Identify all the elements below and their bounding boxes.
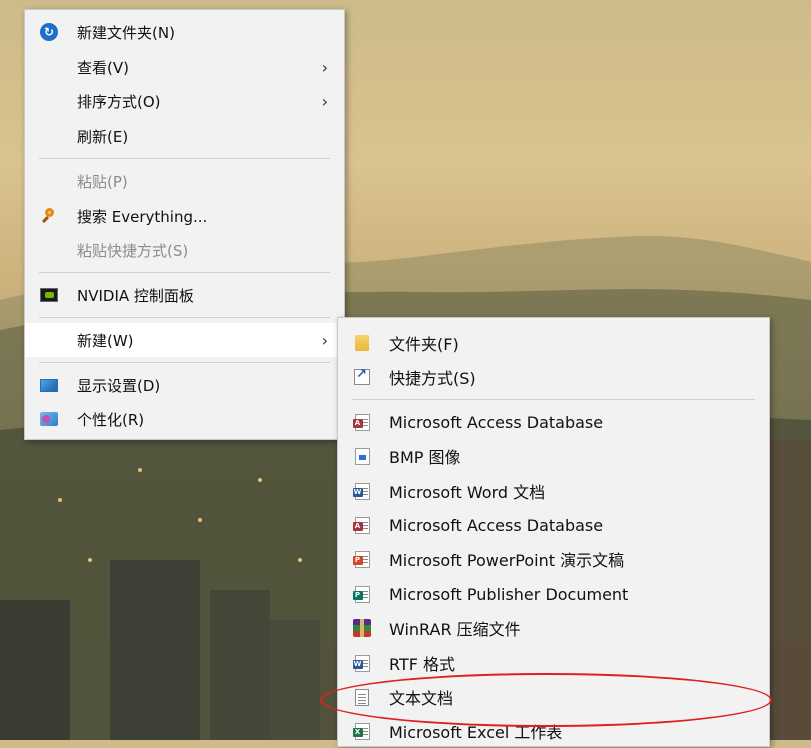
- menu-separator: [352, 399, 755, 400]
- submenu-item-label: 文件夹(F): [389, 335, 459, 354]
- text-document-icon: [353, 688, 371, 706]
- new-folder-icon: ↻: [40, 23, 58, 41]
- menu-item-label: 显示设置(D): [77, 376, 161, 395]
- chevron-right-icon: ›: [321, 91, 328, 111]
- menu-separator: [39, 272, 330, 273]
- folder-icon: [353, 334, 371, 352]
- submenu-item-label: Microsoft PowerPoint 演示文稿: [389, 551, 625, 570]
- new-submenu: 文件夹(F) 快捷方式(S) A Microsoft Access Databa…: [337, 317, 770, 747]
- submenu-item-label: Microsoft Word 文档: [389, 483, 546, 502]
- shortcut-icon: [353, 367, 371, 386]
- submenu-item-label: Microsoft Access Database: [389, 412, 604, 432]
- menu-separator: [39, 362, 330, 363]
- menu-item-paste-shortcut[interactable]: 粘贴快捷方式(S): [25, 233, 344, 267]
- access-icon: A: [352, 413, 371, 431]
- menu-item-label: 刷新(E): [77, 127, 129, 146]
- nvidia-icon: [40, 286, 58, 304]
- submenu-item-label: BMP 图像: [389, 448, 461, 467]
- publisher-icon: P: [352, 585, 371, 603]
- menu-item-label: 搜索 Everything...: [77, 207, 208, 226]
- menu-item-new[interactable]: 新建(W) ›: [25, 323, 344, 357]
- submenu-item-rtf[interactable]: W RTF 格式: [338, 646, 769, 680]
- menu-separator: [39, 317, 330, 318]
- submenu-item-excel-worksheet[interactable]: X Microsoft Excel 工作表: [338, 714, 769, 748]
- menu-separator: [39, 158, 330, 159]
- submenu-item-word-document[interactable]: W Microsoft Word 文档: [338, 474, 769, 508]
- menu-item-search-everything[interactable]: 搜索 Everything...: [25, 199, 344, 233]
- rtf-icon: W: [352, 654, 371, 672]
- menu-item-label: 粘贴(P): [77, 172, 128, 191]
- bmp-icon: [353, 447, 371, 465]
- powerpoint-icon: P: [352, 550, 371, 568]
- menu-item-label: 新建(W): [77, 331, 134, 350]
- personalize-icon: [40, 410, 58, 428]
- menu-item-sort-by[interactable]: 排序方式(O) ›: [25, 84, 344, 118]
- menu-item-label: 新建文件夹(N): [77, 23, 175, 42]
- menu-item-view[interactable]: 查看(V) ›: [25, 50, 344, 84]
- submenu-item-label: Microsoft Access Database: [389, 515, 604, 535]
- chevron-right-icon: ›: [321, 330, 328, 350]
- submenu-item-winrar[interactable]: WinRAR 压缩文件: [338, 611, 769, 645]
- submenu-item-powerpoint[interactable]: P Microsoft PowerPoint 演示文稿: [338, 542, 769, 576]
- menu-item-nvidia-control-panel[interactable]: NVIDIA 控制面板: [25, 278, 344, 312]
- submenu-item-bmp-image[interactable]: BMP 图像: [338, 439, 769, 473]
- submenu-item-publisher[interactable]: P Microsoft Publisher Document: [338, 577, 769, 611]
- submenu-item-label: 文本文档: [389, 689, 454, 708]
- menu-item-refresh[interactable]: 刷新(E): [25, 119, 344, 153]
- menu-item-label: 个性化(R): [77, 410, 145, 429]
- menu-item-label: 排序方式(O): [77, 92, 161, 111]
- menu-item-label: 查看(V): [77, 58, 129, 77]
- menu-item-new-folder[interactable]: ↻ 新建文件夹(N): [25, 15, 344, 49]
- winrar-icon: [353, 619, 371, 637]
- menu-item-paste[interactable]: 粘贴(P): [25, 164, 344, 198]
- submenu-item-label: 快捷方式(S): [389, 369, 476, 388]
- word-icon: W: [352, 482, 371, 500]
- menu-item-personalize[interactable]: 个性化(R): [25, 402, 344, 436]
- menu-item-display-settings[interactable]: 显示设置(D): [25, 368, 344, 402]
- excel-icon: X: [352, 722, 371, 740]
- access-icon: A: [352, 516, 371, 534]
- submenu-item-folder[interactable]: 文件夹(F): [338, 326, 769, 360]
- chevron-right-icon: ›: [321, 57, 328, 77]
- submenu-item-access-database-2[interactable]: A Microsoft Access Database: [338, 508, 769, 542]
- submenu-item-text-document[interactable]: 文本文档: [338, 680, 769, 714]
- submenu-item-shortcut[interactable]: 快捷方式(S): [338, 360, 769, 394]
- submenu-item-access-database[interactable]: A Microsoft Access Database: [338, 405, 769, 439]
- menu-item-label: NVIDIA 控制面板: [77, 286, 194, 305]
- display-icon: [40, 376, 58, 394]
- submenu-item-label: Microsoft Excel 工作表: [389, 723, 563, 742]
- search-icon: [40, 207, 58, 225]
- submenu-item-label: RTF 格式: [389, 655, 456, 674]
- menu-item-label: 粘贴快捷方式(S): [77, 241, 189, 260]
- desktop-context-menu: ↻ 新建文件夹(N) 查看(V) › 排序方式(O) › 刷新(E) 粘贴(P)…: [24, 9, 345, 440]
- submenu-item-label: WinRAR 压缩文件: [389, 620, 521, 639]
- submenu-item-label: Microsoft Publisher Document: [389, 584, 629, 604]
